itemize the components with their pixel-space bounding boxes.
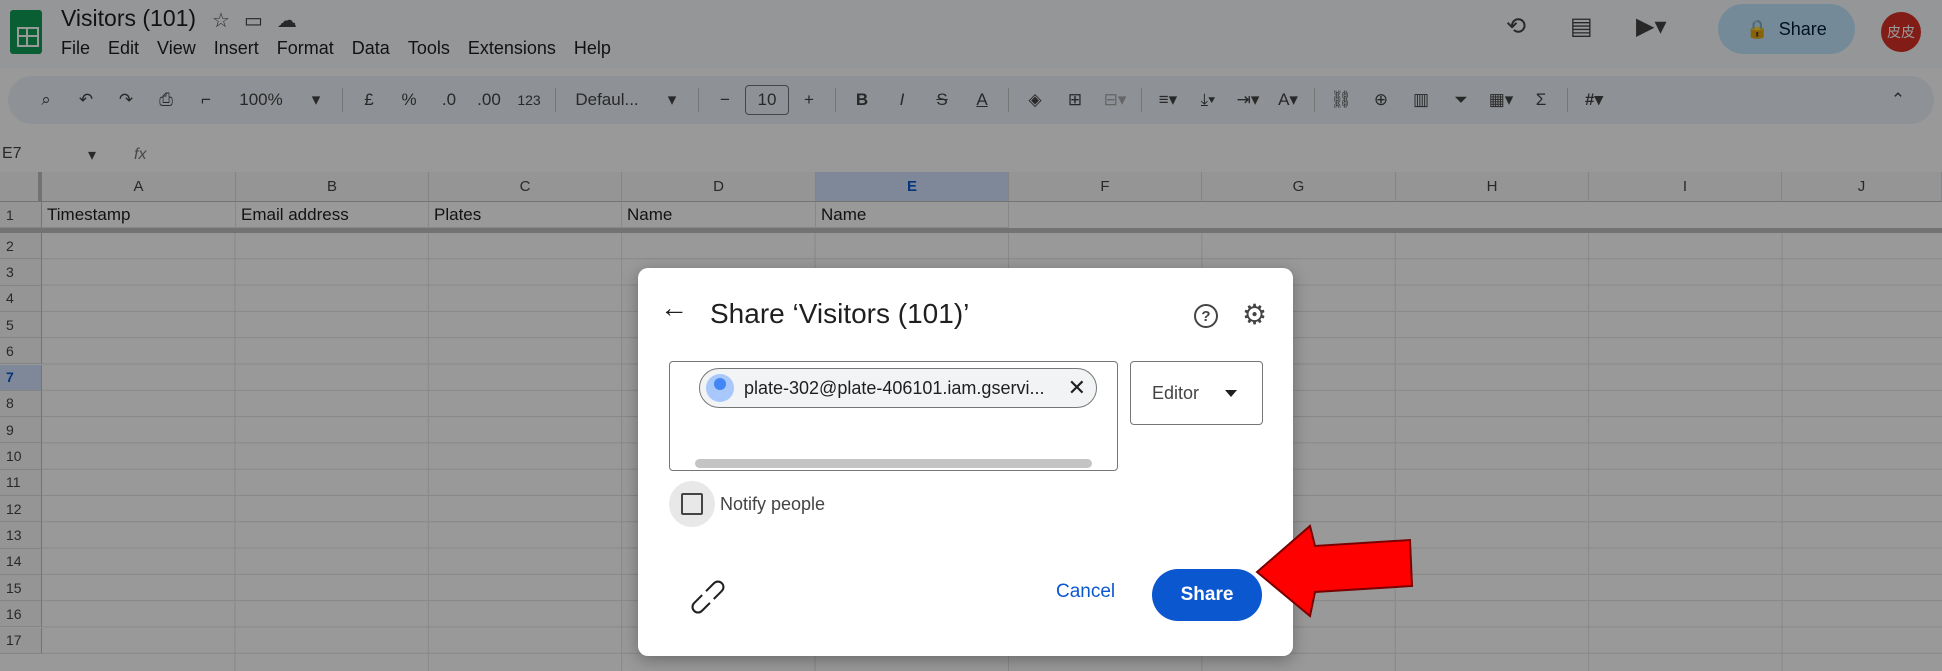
back-arrow-icon[interactable]: ← bbox=[660, 292, 688, 324]
help-icon[interactable]: ? bbox=[1194, 304, 1218, 328]
recipient-chip[interactable]: plate-302@plate-406101.iam.gservi... ✕ bbox=[699, 368, 1097, 408]
cancel-button[interactable]: Cancel bbox=[1056, 581, 1115, 603]
horizontal-scrollbar[interactable] bbox=[695, 459, 1092, 468]
red-arrow-annotation bbox=[1255, 524, 1414, 618]
share-dialog: ← Share ‘Visitors (101)’ ? ⚙ plate-302@p… bbox=[638, 268, 1293, 656]
people-input[interactable]: plate-302@plate-406101.iam.gservi... ✕ bbox=[669, 361, 1118, 471]
recipient-email: plate-302@plate-406101.iam.gservi... bbox=[744, 377, 1045, 398]
gear-icon[interactable]: ⚙ bbox=[1242, 298, 1267, 331]
notify-people-checkbox[interactable] bbox=[681, 493, 703, 515]
link-icon[interactable]: ⊂⊃ bbox=[679, 568, 736, 625]
notify-checkbox-container[interactable] bbox=[669, 481, 715, 527]
role-value: Editor bbox=[1152, 382, 1200, 403]
person-icon bbox=[706, 374, 734, 402]
close-icon[interactable]: ✕ bbox=[1068, 375, 1086, 401]
spreadsheet-app: Visitors (101) ☆ ▭ ☁ File Edit View Inse… bbox=[0, 0, 1942, 671]
notify-people-label[interactable]: Notify people bbox=[720, 494, 825, 515]
share-button[interactable]: Share bbox=[1152, 569, 1262, 621]
chevron-down-icon bbox=[1225, 389, 1238, 397]
role-select[interactable]: Editor bbox=[1130, 361, 1263, 425]
share-dialog-title: Share ‘Visitors (101)’ bbox=[710, 298, 970, 329]
